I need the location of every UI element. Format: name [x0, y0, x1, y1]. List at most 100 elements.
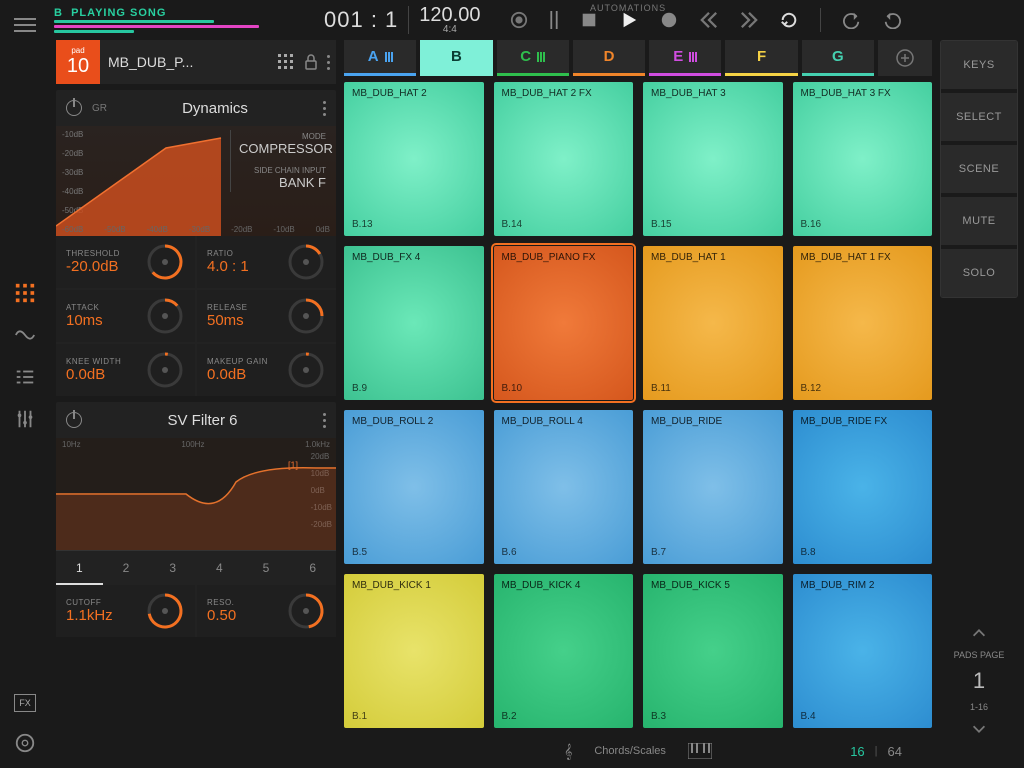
knee-knob[interactable]: KNEE WIDTH0.0dB [56, 344, 195, 396]
pad-B.6[interactable]: MB_DUB_ROLL 4B.6 [494, 410, 634, 564]
active-count[interactable]: 16 [850, 744, 864, 759]
chevron-down-icon[interactable] [970, 720, 988, 738]
pad-B.8[interactable]: MB_DUB_RIDE FXB.8 [793, 410, 933, 564]
pad-name: MB_DUB_P... [108, 54, 269, 70]
chords-scales-button[interactable]: Chords/Scales [594, 745, 666, 757]
menu-icon[interactable] [14, 18, 36, 32]
metronome-icon[interactable] [510, 11, 528, 29]
piano-icon[interactable] [688, 743, 712, 759]
pad-B.16[interactable]: MB_DUB_HAT 3 FXB.16 [793, 82, 933, 236]
pad-B.11[interactable]: MB_DUB_HAT 1B.11 [643, 246, 783, 400]
solo-button[interactable]: SOLO [941, 249, 1017, 297]
mode-label: MODE [239, 132, 326, 141]
reso-knob[interactable]: RESO.0.50 [197, 585, 336, 637]
threshold-knob[interactable]: THRESHOLD-20.0dB [56, 236, 195, 288]
ratio-knob[interactable]: RATIO4.0 : 1 [197, 236, 336, 288]
pad-B.9[interactable]: MB_DUB_FX 4B.9 [344, 246, 484, 400]
time-signature: 4:4 [443, 25, 457, 35]
bank-E[interactable]: E [649, 40, 721, 76]
redo-icon[interactable] [883, 11, 901, 29]
select-button[interactable]: SELECT [941, 93, 1017, 141]
song-status: PLAYING SONG [71, 7, 166, 19]
pad-B.12[interactable]: MB_DUB_HAT 1 FXB.12 [793, 246, 933, 400]
fx-icon[interactable]: FX [14, 694, 36, 712]
circle-icon[interactable] [14, 732, 36, 754]
pad-header: pad 10 MB_DUB_P... [56, 40, 336, 84]
tuning-fork-icon[interactable]: 𝄞 [564, 743, 572, 760]
auto-marker-icon[interactable] [550, 11, 558, 29]
pad-B.5[interactable]: MB_DUB_ROLL 2B.5 [344, 410, 484, 564]
filter-graph[interactable]: 10Hz100Hz1.0kHz 20dB10dB0dB-10dB-20dB [1… [56, 438, 336, 550]
pad-B.15[interactable]: MB_DUB_HAT 3B.15 [643, 82, 783, 236]
more-icon[interactable] [323, 413, 326, 428]
add-bank-button[interactable] [878, 40, 932, 76]
mode-value: COMPRESSOR [239, 141, 326, 156]
automations-label: AUTOMATIONS [590, 3, 666, 13]
tempo-value: 120.00 [419, 5, 480, 25]
bank-G[interactable]: G [802, 40, 874, 76]
bank-C[interactable]: C [497, 40, 569, 76]
filter-tab-2[interactable]: 2 [103, 551, 150, 585]
loop-icon[interactable] [780, 11, 798, 29]
bank-F[interactable]: F [725, 40, 797, 76]
power-icon[interactable] [66, 100, 82, 116]
scene-button[interactable]: SCENE [941, 145, 1017, 193]
pad-B.2[interactable]: MB_DUB_KICK 4B.2 [494, 574, 634, 728]
pad-B.13[interactable]: MB_DUB_HAT 2B.13 [344, 82, 484, 236]
attack-knob[interactable]: ATTACK10ms [56, 290, 195, 342]
play-icon[interactable] [620, 11, 638, 29]
song-bank: B [54, 7, 63, 19]
pad-B.7[interactable]: MB_DUB_RIDEB.7 [643, 410, 783, 564]
divider [408, 6, 409, 34]
filter-tab-6[interactable]: 6 [289, 551, 336, 585]
pad-B.10[interactable]: MB_DUB_PIANO FXB.10 [494, 246, 634, 400]
pad-B.4[interactable]: MB_DUB_RIM 2B.4 [793, 574, 933, 728]
list-icon[interactable] [14, 366, 36, 388]
dynamics-section: GR Dynamics -10dB-20dB-30dB-40dB-50dB MO… [56, 90, 336, 396]
pad-B.1[interactable]: MB_DUB_KICK 1B.1 [344, 574, 484, 728]
bank-D[interactable]: D [573, 40, 645, 76]
mute-button[interactable]: MUTE [941, 197, 1017, 245]
sidechain-value: BANK F [239, 175, 326, 190]
pad-B.14[interactable]: MB_DUB_HAT 2 FXB.14 [494, 82, 634, 236]
filter-title: SV Filter 6 [92, 412, 313, 429]
pad-number: 10 [67, 55, 89, 78]
filter-tab-5[interactable]: 5 [243, 551, 290, 585]
forward-icon[interactable] [740, 11, 758, 29]
pads-page-label: PADS PAGE [954, 650, 1005, 660]
sliders-icon[interactable] [14, 408, 36, 430]
filter-tab-1[interactable]: 1 [56, 551, 103, 585]
undo-icon[interactable] [843, 11, 861, 29]
dynamics-graph[interactable]: -10dB-20dB-30dB-40dB-50dB MODE COMPRESSO… [56, 126, 336, 236]
wave-icon[interactable] [14, 324, 36, 346]
lock-icon[interactable] [303, 54, 319, 70]
pads-page-range: 1-16 [970, 702, 988, 712]
bank-B[interactable]: B [420, 40, 492, 76]
pad-word: pad [71, 46, 84, 55]
more-icon[interactable] [327, 55, 330, 70]
release-knob[interactable]: RELEASE50ms [197, 290, 336, 342]
gr-label: GR [92, 103, 107, 114]
filter-tab-3[interactable]: 3 [149, 551, 196, 585]
makeup-knob[interactable]: MAKEUP GAIN0.0dB [197, 344, 336, 396]
dynamics-title: Dynamics [117, 100, 313, 117]
pad-B.3[interactable]: MB_DUB_KICK 5B.3 [643, 574, 783, 728]
stop-icon[interactable] [580, 11, 598, 29]
filter-section: SV Filter 6 10Hz100Hz1.0kHz 20dB10dB0dB-… [56, 402, 336, 637]
keys-button[interactable]: KEYS [941, 41, 1017, 89]
tempo-display[interactable]: 120.00 4:4 [419, 5, 480, 35]
chevron-up-icon[interactable] [970, 624, 988, 642]
filter-tab-4[interactable]: 4 [196, 551, 243, 585]
cutoff-knob[interactable]: CUTOFF1.1kHz [56, 585, 195, 637]
bank-A[interactable]: A [344, 40, 416, 76]
record-icon[interactable] [660, 11, 678, 29]
sidechain-label: SIDE CHAIN INPUT [239, 166, 326, 175]
grid-view-icon[interactable] [14, 282, 36, 304]
grid-icon[interactable] [277, 53, 295, 71]
more-icon[interactable] [323, 101, 326, 116]
position-counter[interactable]: 001 : 1 [324, 7, 398, 33]
rewind-icon[interactable] [700, 11, 718, 29]
total-count[interactable]: 64 [888, 744, 902, 759]
pad-number-badge[interactable]: pad 10 [56, 40, 100, 84]
power-icon[interactable] [66, 412, 82, 428]
